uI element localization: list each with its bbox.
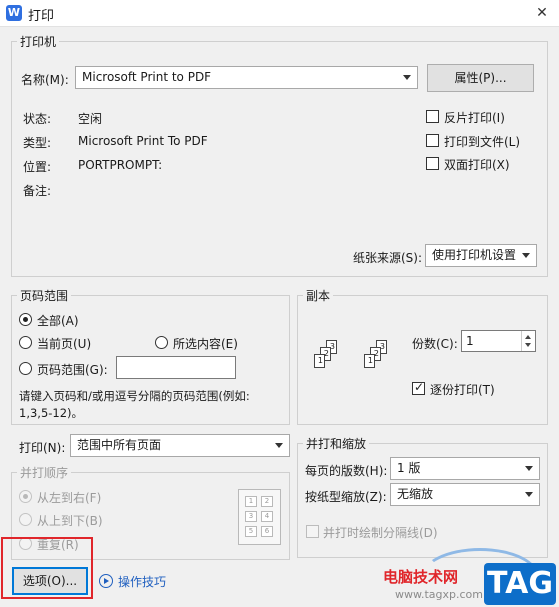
scale-to-paper-select[interactable]: 无缩放 [390,483,540,506]
watermark-site-name: 电脑技术网 [383,568,459,586]
pages-per-sheet-value: 1 版 [397,461,421,475]
collate-page-1: 1 [364,354,375,368]
paper-source-label: 纸张来源(S): [353,251,423,265]
copies-count-stepper[interactable]: 1 [461,330,536,352]
order-cell-3: 3 [245,511,257,522]
collate-pages-icon: 3 2 1 [306,330,350,392]
collate-checkbox[interactable] [412,380,425,395]
status-label: 状态: [23,112,52,126]
print-what-label: 打印(N): [19,441,66,455]
range-selection-label[interactable]: 所选内容(E) [173,335,238,352]
options-button[interactable]: 选项(O)... [12,567,88,595]
collate-pages-icon: 3 2 1 [356,330,400,392]
range-all-label[interactable]: 全部(A) [37,312,79,329]
print-to-file-checkbox[interactable] [426,134,439,147]
watermark-url: www.tagxp.com [395,588,483,601]
scale-to-paper-label: 按纸型缩放(Z): [305,490,387,504]
chevron-down-icon [522,253,530,258]
wps-writer-icon: W [6,5,22,21]
copies-count-value: 1 [466,334,474,348]
chevron-down-icon [525,492,533,497]
arrow-down-icon [525,343,531,347]
order-cell-2: 2 [261,496,273,507]
range-selection-radio[interactable] [155,336,168,349]
chevron-down-icon [275,443,283,448]
page-range-group-label: 页码范围 [17,287,72,304]
draw-borders-label[interactable]: 并打时绘制分隔线(D) [323,524,438,541]
order-left-right-label[interactable]: 从左到右(F) [37,489,101,506]
comment-label: 备注: [23,184,52,198]
reverse-print-label[interactable]: 反片打印(I) [444,109,505,126]
chevron-down-icon [403,75,411,80]
order-cell-5: 5 [245,526,257,537]
print-what-select[interactable]: 范围中所有页面 [70,434,290,457]
copies-group-label: 副本 [303,287,334,304]
properties-button[interactable]: 属性(P)... [427,64,534,92]
watermark-tag-logo: TAG [484,563,556,605]
scale-group-label: 并打和缩放 [303,435,370,452]
paper-source-value: 使用打印机设置 [432,248,517,262]
chevron-down-icon [525,466,533,471]
close-icon[interactable]: ✕ [532,3,552,23]
order-left-right-radio[interactable] [19,490,32,503]
duplex-print-label[interactable]: 双面打印(X) [444,156,510,173]
collate-page-1: 1 [314,354,325,368]
title-bar: W 打印 ✕ [0,0,559,27]
print-what-value: 范围中所有页面 [77,438,162,452]
window-title: 打印 [28,9,55,24]
printer-name-select[interactable]: Microsoft Print to PDF [75,66,418,89]
range-current-label[interactable]: 当前页(U) [37,335,91,352]
range-pages-label[interactable]: 页码范围(G): [37,361,108,378]
location-label: 位置: [23,160,52,174]
reverse-print-checkbox[interactable] [426,110,439,123]
page-range-input[interactable] [116,356,236,379]
stepper-buttons[interactable] [521,331,535,351]
order-cell-4: 4 [261,511,273,522]
type-value: Microsoft Print To PDF [78,134,208,148]
range-pages-radio[interactable] [19,362,32,375]
printer-group-label: 打印机 [17,33,60,50]
range-current-radio[interactable] [19,336,32,349]
play-tips-icon[interactable] [99,574,113,588]
tips-link[interactable]: 操作技巧 [118,573,166,590]
page-range-hint: 请键入页码和/或用逗号分隔的页码范围(例如: [19,389,250,403]
paper-source-select[interactable]: 使用打印机设置 [425,244,537,267]
order-cell-6: 6 [261,526,273,537]
order-top-bottom-label[interactable]: 从上到下(B) [37,512,103,529]
location-value: PORTPROMPT: [78,158,163,172]
combine-order-group-label: 并打顺序 [17,464,72,481]
order-top-bottom-radio[interactable] [19,513,32,526]
copies-count-label: 份数(C): [412,337,458,351]
pages-per-sheet-label: 每页的版数(H): [305,464,388,478]
arrow-up-icon [525,335,531,339]
print-to-file-label[interactable]: 打印到文件(L) [444,133,520,150]
draw-borders-checkbox[interactable] [306,525,319,538]
order-cell-1: 1 [245,496,257,507]
pages-per-sheet-select[interactable]: 1 版 [390,457,540,480]
order-preview: 1 2 3 4 5 6 [238,489,281,545]
type-label: 类型: [23,136,52,150]
scale-to-paper-value: 无缩放 [397,487,434,501]
printer-name-label: 名称(M): [21,73,69,87]
duplex-print-checkbox[interactable] [426,157,439,170]
range-all-radio[interactable] [19,313,32,326]
page-range-hint-line2: 1,3,5-12)。 [19,406,84,420]
status-value: 空闲 [78,112,103,126]
printer-name-value: Microsoft Print to PDF [82,70,212,84]
collate-label[interactable]: 逐份打印(T) [430,381,495,398]
